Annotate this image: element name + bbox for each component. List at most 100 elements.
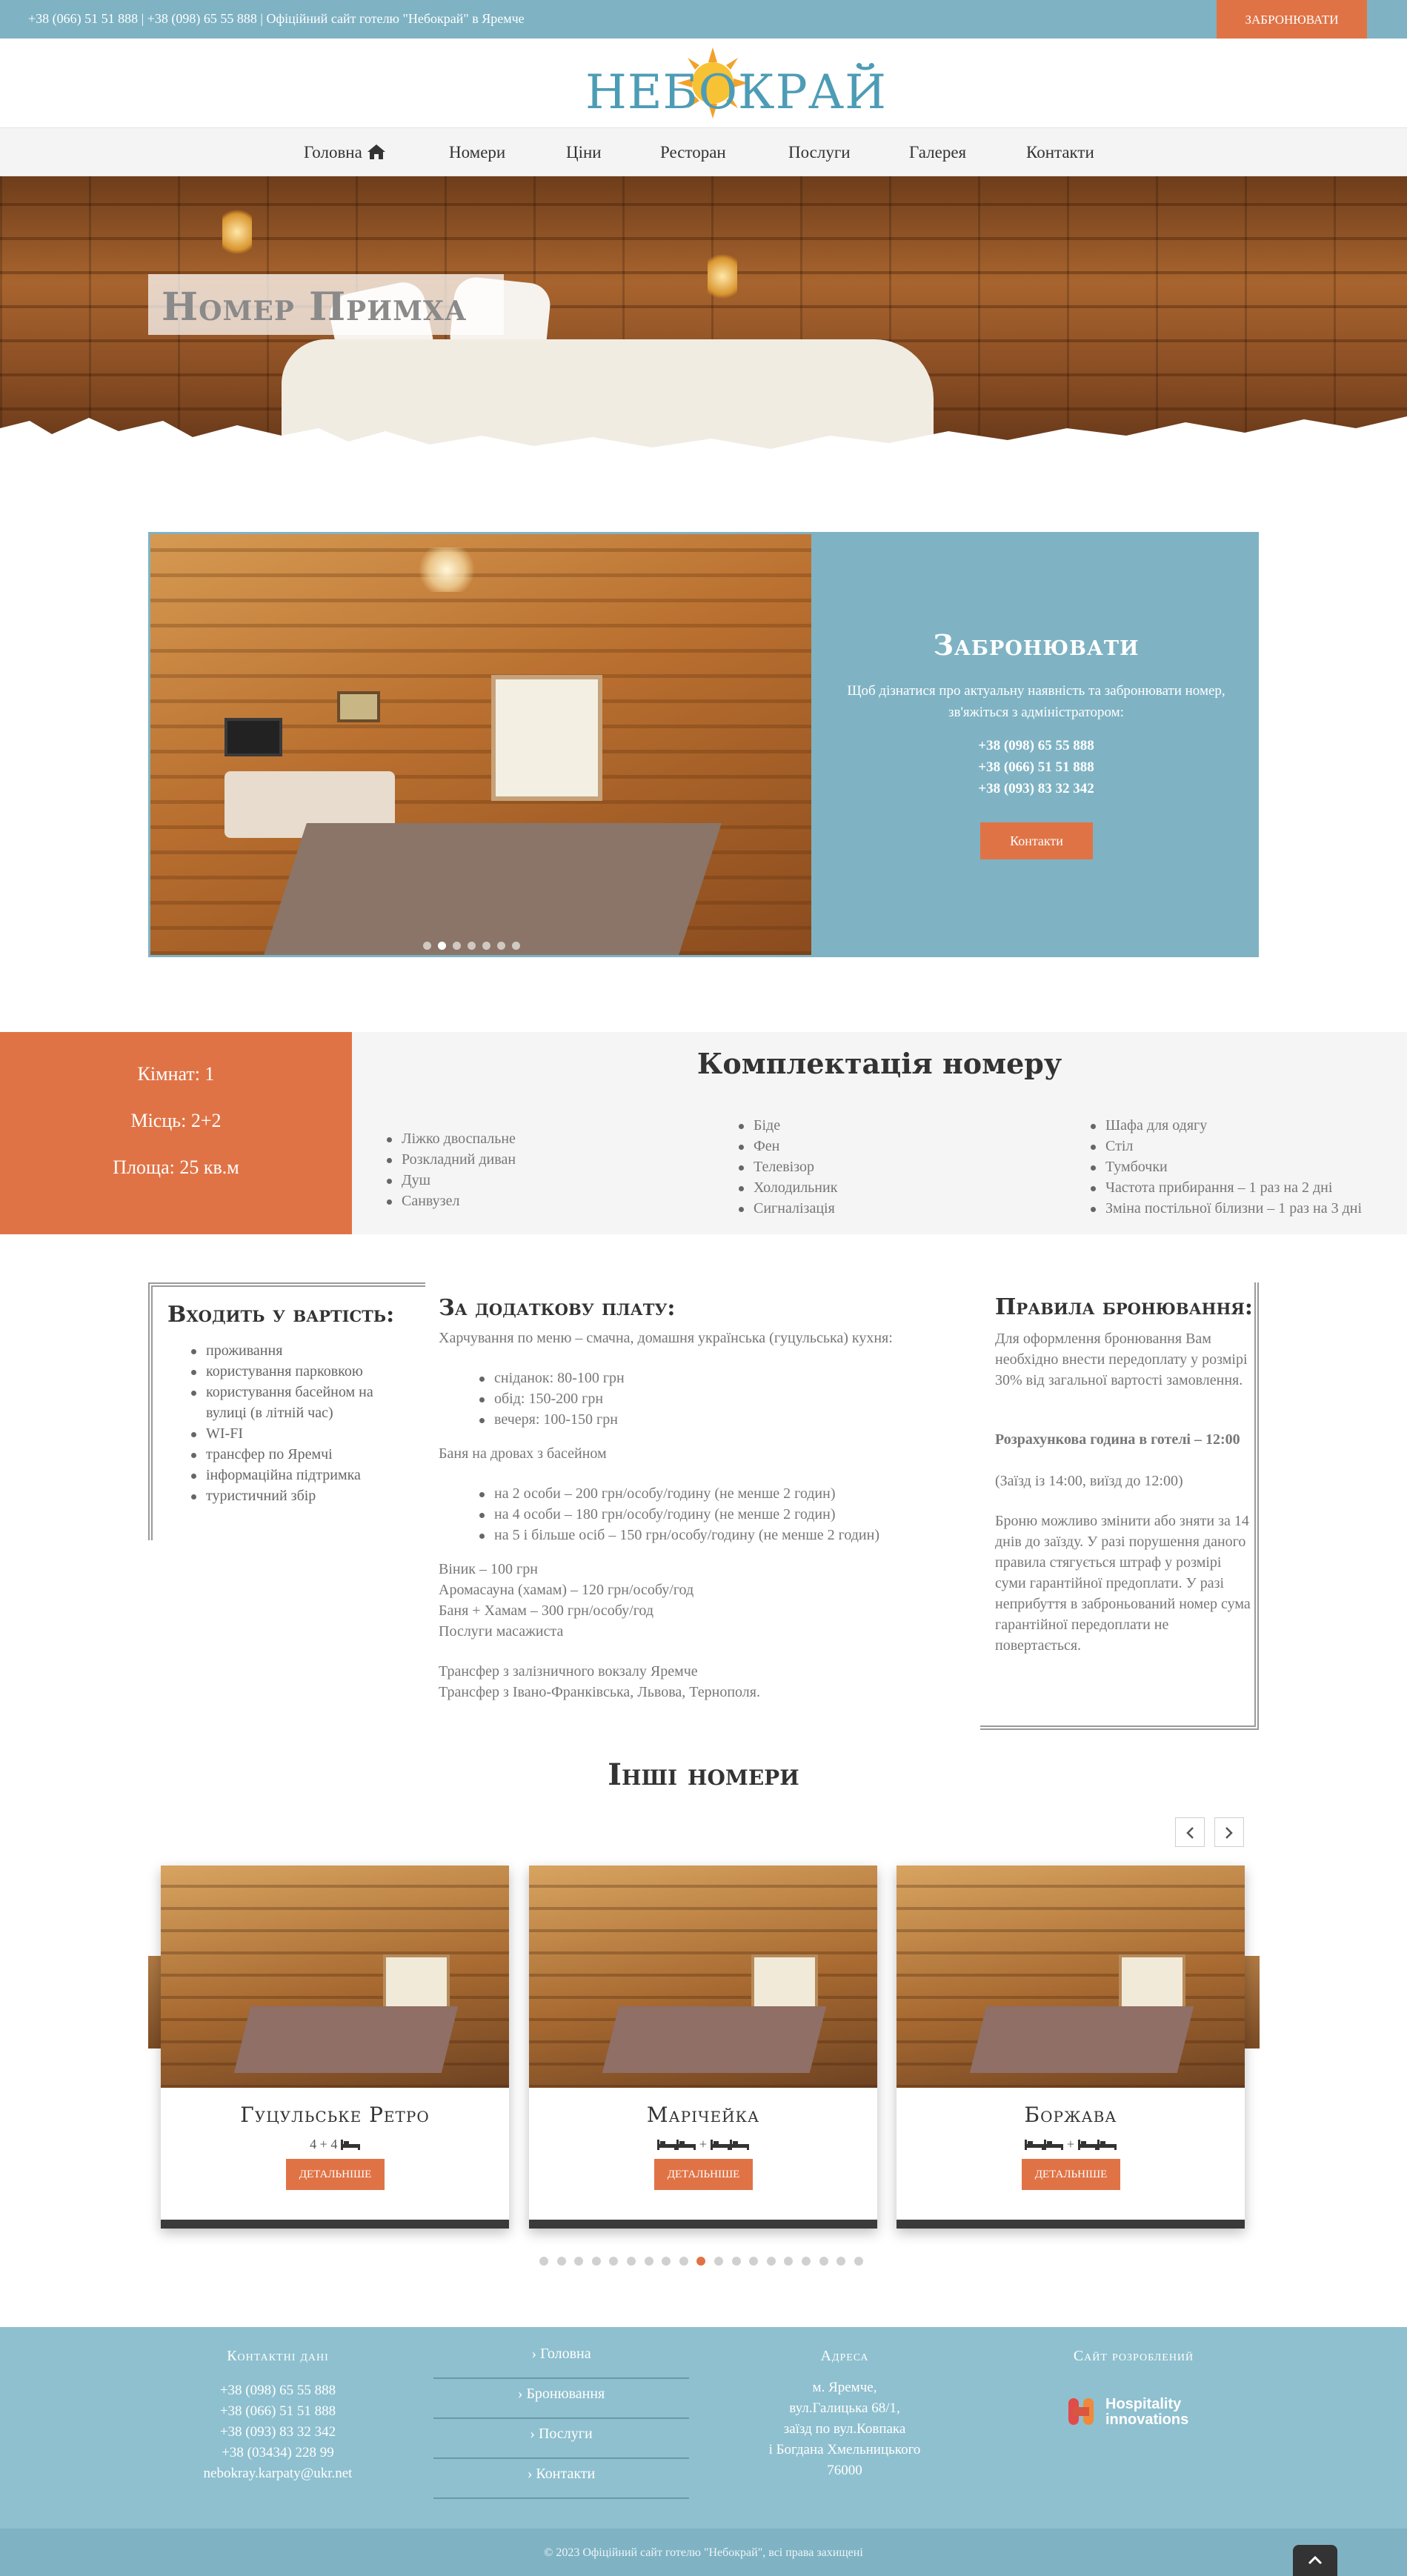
- other-rooms-title: Інші номери: [608, 1757, 799, 1792]
- nav-item-prices[interactable]: Ціни: [566, 143, 602, 162]
- site-logo[interactable]: НЕБОКРАЙ: [585, 43, 886, 124]
- list-item: Фен: [737, 1136, 837, 1156]
- slider-dot[interactable]: [497, 942, 505, 950]
- bed-icon: [340, 2140, 360, 2150]
- room-card[interactable]: Гуцульське Ретро 4 + 4 ДЕТАЛЬНІШЕ: [161, 1866, 509, 2229]
- carousel-dot[interactable]: [854, 2257, 863, 2266]
- scroll-to-top-button[interactable]: [1293, 2545, 1337, 2576]
- extra-line: Послуги масажиста: [439, 1623, 564, 1640]
- list-item: Частота прибирання – 1 раз на 2 дні: [1089, 1177, 1362, 1198]
- carousel-dot[interactable]: [609, 2257, 619, 2266]
- footer-phone[interactable]: +38 (066) 51 51 888: [167, 2401, 389, 2422]
- list-item: обід: 150-200 грн: [478, 1388, 625, 1409]
- footer-contacts-title: Контактні дані: [227, 2348, 329, 2364]
- room-details-button[interactable]: ДЕТАЛЬНІШЕ: [654, 2159, 753, 2190]
- rules-checkout-note: (Заїзд із 14:00, виїзд до 12:00): [995, 1473, 1183, 1489]
- room-card-beds: 4 + 4: [161, 2137, 509, 2152]
- slider-dot[interactable]: [468, 942, 476, 950]
- photo-bed: [969, 2006, 1194, 2073]
- footer-contacts: +38 (098) 65 55 888 +38 (066) 51 51 888 …: [167, 2380, 389, 2484]
- list-item: користування парковкою: [190, 1361, 412, 1382]
- logo-text: НЕБОКРАЙ: [585, 65, 887, 120]
- room-details-button[interactable]: ДЕТАЛЬНІШЕ: [1022, 2159, 1120, 2190]
- footer-menu-booking[interactable]: › Бронювання: [433, 2379, 689, 2419]
- booking-phone[interactable]: +38 (098) 65 55 888: [814, 738, 1259, 754]
- contacts-button[interactable]: Контакти: [980, 822, 1093, 859]
- extra-line: Віник – 100 грн: [439, 1561, 538, 1577]
- carousel-dot[interactable]: [749, 2257, 759, 2266]
- torn-paper-edge: [0, 416, 1407, 479]
- slider-dots: [423, 939, 527, 950]
- equipment-list-2: Біде Фен Телевізор Холодильник Сигналіза…: [737, 1115, 837, 1219]
- book-now-button[interactable]: ЗАБРОНЮВАТИ: [1217, 0, 1367, 39]
- chevron-right-icon: [1225, 1827, 1233, 1839]
- nav-item-services[interactable]: Послуги: [788, 143, 851, 162]
- slider-dot[interactable]: [438, 942, 446, 950]
- footer-phone[interactable]: +38 (093) 83 32 342: [167, 2422, 389, 2443]
- nav-item-home[interactable]: Головна: [304, 143, 386, 162]
- footer-menu-services[interactable]: › Послуги: [433, 2419, 689, 2459]
- carousel-dot[interactable]: [731, 2257, 741, 2266]
- room-card[interactable]: Боржава + ДЕТАЛЬНІШЕ: [897, 1866, 1245, 2229]
- address-line: 76000: [827, 2463, 862, 2478]
- chevron-right-icon: ›: [527, 2466, 536, 2482]
- room-details-button[interactable]: ДЕТАЛЬНІШЕ: [286, 2159, 385, 2190]
- carousel-next-button[interactable]: [1214, 1817, 1244, 1847]
- list-item: користування басейном на вулиці (в літні…: [190, 1382, 412, 1423]
- carousel-dot[interactable]: [714, 2257, 723, 2266]
- footer-phone[interactable]: +38 (03434) 228 99: [167, 2443, 389, 2463]
- list-item: трансфер по Яремчі: [190, 1444, 412, 1465]
- carousel-dot[interactable]: [766, 2257, 776, 2266]
- address-line: вул.Галицька 68/1,: [789, 2400, 900, 2416]
- developer-name-line: Hospitality: [1105, 2396, 1182, 2412]
- photo-window: [1119, 1954, 1185, 2014]
- nav-item-rooms[interactable]: Номери: [449, 143, 505, 162]
- carousel-dot[interactable]: [836, 2257, 846, 2266]
- carousel-dot[interactable]: [784, 2257, 794, 2266]
- footer-menu-contacts[interactable]: › Контакти: [433, 2459, 689, 2499]
- tv-photo-detail: [224, 718, 282, 756]
- list-item: Зміна постільної білизни – 1 раз на 3 дн…: [1089, 1198, 1362, 1219]
- carousel-dot[interactable]: [591, 2257, 601, 2266]
- carousel-prev-button[interactable]: [1175, 1817, 1205, 1847]
- nav-item-gallery[interactable]: Галерея: [909, 143, 966, 162]
- carousel-dot[interactable]: [819, 2257, 828, 2266]
- carousel-dot[interactable]: [626, 2257, 636, 2266]
- carousel-dot[interactable]: [539, 2257, 548, 2266]
- photo-bed: [602, 2006, 827, 2073]
- slider-dot[interactable]: [453, 942, 461, 950]
- hero-title-box: Номер Примха: [148, 274, 504, 335]
- developer-logo[interactable]: Hospitality innovations: [1067, 2395, 1215, 2429]
- carousel-dot[interactable]: [662, 2257, 671, 2266]
- footer-menu-home[interactable]: › Головна: [433, 2339, 689, 2379]
- slider-dot[interactable]: [482, 942, 490, 950]
- photo-bed: [233, 2006, 459, 2073]
- nav-item-contacts[interactable]: Контакти: [1026, 143, 1094, 162]
- footer-email[interactable]: nebokray.karpaty@ukr.net: [167, 2463, 389, 2484]
- nav-item-restaurant[interactable]: Ресторан: [660, 143, 726, 162]
- page-title: Номер Примха: [162, 284, 468, 330]
- list-item: Стіл: [1089, 1136, 1362, 1156]
- bed-icon: [1097, 2140, 1117, 2150]
- room-card[interactable]: Марічейка + ДЕТАЛЬНІШЕ: [529, 1866, 877, 2229]
- hero-lamp-glow: [708, 250, 737, 302]
- carousel-dot[interactable]: [696, 2257, 706, 2266]
- bed-plus-label: +: [699, 2137, 708, 2151]
- carousel-dot[interactable]: [644, 2257, 653, 2266]
- footer-phone[interactable]: +38 (098) 65 55 888: [167, 2380, 389, 2401]
- carousel-dot[interactable]: [679, 2257, 688, 2266]
- carousel-dot[interactable]: [574, 2257, 584, 2266]
- hospitality-logo-icon: [1068, 2398, 1094, 2425]
- main-nav: Головна Номери Ціни Ресторан Послуги Гал…: [0, 127, 1407, 176]
- carousel-dot[interactable]: [801, 2257, 811, 2266]
- rules-title: Правила бронювання:: [995, 1294, 1253, 1320]
- room-photo-slider[interactable]: [148, 532, 814, 957]
- booking-phone[interactable]: +38 (093) 83 32 342: [814, 781, 1259, 797]
- slider-dot[interactable]: [423, 942, 431, 950]
- carousel-dot[interactable]: [556, 2257, 566, 2266]
- bed-icon: [710, 2140, 730, 2150]
- home-icon: [367, 144, 385, 159]
- list-item: Тумбочки: [1089, 1156, 1362, 1177]
- booking-phone[interactable]: +38 (066) 51 51 888: [814, 759, 1259, 776]
- slider-dot[interactable]: [512, 942, 520, 950]
